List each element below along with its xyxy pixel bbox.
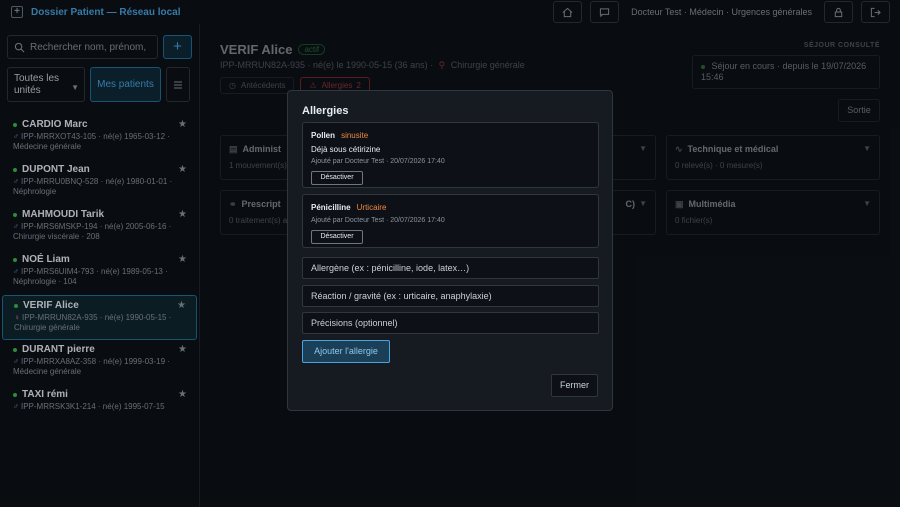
allergy-name: Pénicilline (311, 203, 351, 212)
deactivate-button[interactable]: Désactiver (311, 171, 363, 185)
reaction-input[interactable] (311, 286, 591, 306)
details-input[interactable] (311, 313, 591, 333)
modal-title: Allergies (302, 105, 349, 117)
allergy-added-by: Ajouté par Docteur Test · 20/07/2026 17:… (311, 217, 445, 224)
allergy-name: Pollen (311, 131, 336, 140)
reaction-field[interactable] (302, 285, 599, 307)
close-button[interactable]: Fermer (551, 374, 598, 397)
allergy-card: Pénicilline Urticaire Ajouté par Docteur… (302, 194, 599, 248)
allergy-card: Pollen sinusite Déjà sous cétirizine Ajo… (302, 122, 599, 188)
allergy-detail: Déjà sous cétirizine (311, 145, 381, 154)
allergen-field[interactable] (302, 257, 599, 279)
deactivate-button[interactable]: Désactiver (311, 230, 363, 244)
allergies-modal: Allergies Pollen sinusite Déjà sous céti… (287, 90, 613, 411)
details-field[interactable] (302, 312, 599, 334)
add-allergy-button[interactable]: Ajouter l'allergie (302, 340, 390, 363)
allergy-added-by: Ajouté par Docteur Test · 20/07/2026 17:… (311, 158, 445, 165)
allergy-reaction: sinusite (341, 131, 369, 140)
allergen-input[interactable] (311, 258, 591, 278)
allergy-reaction: Urticaire (356, 203, 387, 212)
